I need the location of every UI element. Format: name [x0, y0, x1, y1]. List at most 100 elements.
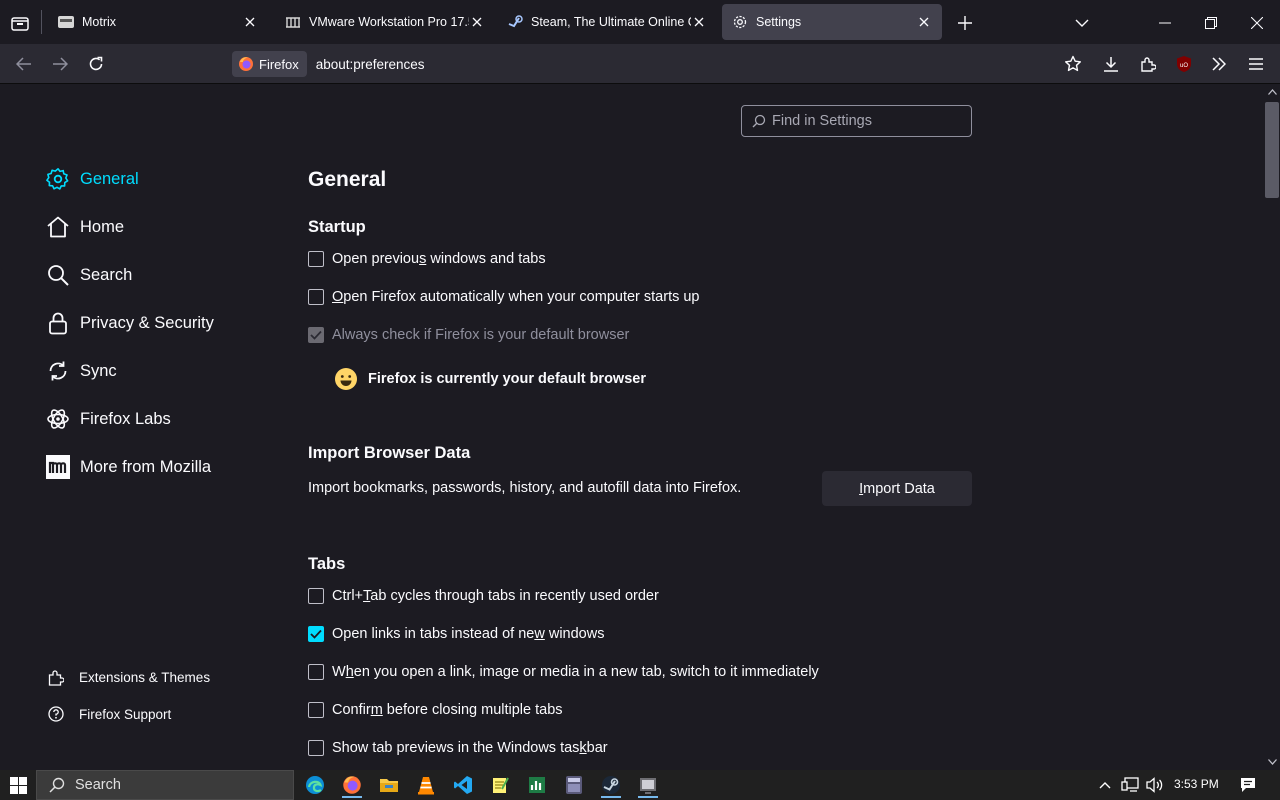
motrix-icon	[58, 14, 74, 30]
url-text[interactable]: about:preferences	[316, 57, 425, 72]
sidebar-item-search[interactable]: Search	[46, 263, 132, 287]
labs-icon	[46, 407, 70, 431]
firefox-taskbar-icon[interactable]	[337, 772, 367, 798]
close-icon[interactable]	[242, 14, 258, 30]
close-icon[interactable]	[469, 14, 485, 30]
close-icon[interactable]	[691, 14, 707, 30]
chevron-up-icon[interactable]	[1097, 777, 1113, 793]
extensions-icon[interactable]	[1138, 54, 1158, 74]
sidebar-item-sync[interactable]: Sync	[46, 359, 117, 383]
ublock-origin-icon[interactable]: uO	[1174, 54, 1194, 74]
sidebar-item-firefox-labs[interactable]: Firefox Labs	[46, 407, 171, 431]
checkbox[interactable]	[308, 702, 324, 718]
window-close-icon[interactable]	[1247, 13, 1267, 33]
identity-box[interactable]: Firefox	[232, 51, 307, 77]
sidebar-item-label: Sync	[80, 361, 117, 380]
scrollbar[interactable]	[1262, 84, 1280, 770]
search-icon	[49, 777, 65, 793]
taskbar-clock[interactable]: 3:53 PM	[1174, 777, 1219, 791]
checkbox-taskbar-previews[interactable]: Show tab previews in the Windows taskbar	[308, 740, 608, 756]
checkbox[interactable]	[308, 251, 324, 267]
volume-icon[interactable]	[1145, 776, 1165, 794]
sidebar-item-label: More from Mozilla	[80, 457, 212, 476]
sidebar-item-more-from-mozilla[interactable]: More from Mozilla	[46, 455, 211, 479]
checkbox[interactable]	[308, 626, 324, 642]
vlc-icon[interactable]	[411, 772, 441, 798]
downloads-icon[interactable]	[1101, 54, 1121, 74]
default-browser-message: Firefox is currently your default browse…	[368, 371, 646, 387]
find-in-settings-input[interactable]: Find in Settings	[741, 105, 972, 137]
checkmark-icon	[310, 629, 322, 639]
checkbox-switch-to-new-tab[interactable]: When you open a link, image or media in …	[308, 664, 819, 680]
vscode-icon[interactable]	[448, 772, 478, 798]
firefox-logo-icon	[238, 56, 254, 72]
checkbox[interactable]	[308, 740, 324, 756]
page-title: General	[308, 168, 387, 191]
chevron-down-icon[interactable]	[1072, 13, 1092, 33]
new-tab-icon[interactable]	[955, 13, 975, 33]
steam-taskbar-icon[interactable]	[596, 772, 626, 798]
checkbox[interactable]	[308, 289, 324, 305]
section-heading-startup: Startup	[308, 218, 366, 236]
checkbox-check-default-browser: Always check if Firefox is your default …	[308, 327, 629, 343]
tab-vmware[interactable]: VMware Workstation Pro 17.5.2	[275, 4, 495, 40]
url-bar[interactable]: Firefox about:preferences	[228, 48, 1048, 80]
scroll-down-arrow-icon[interactable]	[1267, 758, 1277, 766]
tab-title: Steam, The Ultimate Online Game	[531, 15, 691, 29]
tab-steam[interactable]: Steam, The Ultimate Online Game	[497, 4, 717, 40]
sidebar-item-home[interactable]: Home	[46, 215, 124, 239]
calculator-icon[interactable]	[559, 772, 589, 798]
overflow-menu-icon[interactable]	[1209, 54, 1229, 74]
edge-icon[interactable]	[300, 772, 330, 798]
windows-start-icon[interactable]	[8, 776, 28, 794]
checkbox-ctrl-tab-order[interactable]: Ctrl+Tab cycles through tabs in recently…	[308, 588, 659, 604]
checkbox-label: Open links in tabs instead of new window…	[332, 626, 605, 642]
tab-settings[interactable]: Settings	[722, 4, 942, 40]
checkbox-restore-session[interactable]: Open previous windows and tabs	[308, 251, 546, 267]
network-icon[interactable]	[1120, 776, 1140, 794]
file-explorer-icon[interactable]	[374, 772, 404, 798]
section-heading-tabs: Tabs	[308, 555, 346, 573]
bookmark-star-icon[interactable]	[1063, 54, 1083, 74]
tab-motrix[interactable]: Motrix	[48, 4, 268, 40]
notifications-icon[interactable]	[1238, 776, 1258, 794]
checkbox[interactable]	[308, 664, 324, 680]
checkbox-links-in-tabs[interactable]: Open links in tabs instead of new window…	[308, 626, 604, 642]
restore-icon[interactable]	[1201, 13, 1221, 33]
help-icon	[47, 706, 65, 722]
tab-title: VMware Workstation Pro 17.5.2	[309, 15, 469, 29]
sidebar-item-extensions-themes[interactable]: Extensions & Themes	[47, 668, 210, 686]
firefox-view-icon[interactable]	[10, 13, 30, 33]
vmware-taskbar-icon[interactable]	[633, 772, 663, 798]
windows-taskbar: Search 3:53 PM	[0, 770, 1280, 800]
checkmark-icon	[310, 330, 322, 340]
hamburger-menu-icon[interactable]	[1246, 54, 1266, 74]
sidebar-item-general[interactable]: General	[46, 167, 139, 191]
scroll-up-arrow-icon[interactable]	[1267, 88, 1277, 96]
checkbox-confirm-close-tabs[interactable]: Confirm before closing multiple tabs	[308, 702, 563, 718]
checkbox-label: Confirm before closing multiple tabs	[332, 702, 563, 718]
checkbox[interactable]	[308, 588, 324, 604]
taskbar-search-box[interactable]: Search	[36, 770, 294, 800]
checkbox-open-on-startup[interactable]: Open Firefox automatically when your com…	[308, 289, 700, 305]
scrollbar-thumb[interactable]	[1265, 102, 1279, 198]
tab-divider	[41, 10, 42, 34]
sidebar-item-label: Search	[80, 265, 133, 284]
home-icon	[46, 215, 70, 239]
forward-icon[interactable]	[50, 54, 70, 74]
excel-chart-icon[interactable]	[522, 772, 552, 798]
navigation-toolbar: Firefox about:preferences uO	[0, 44, 1280, 84]
notepad-icon[interactable]	[485, 772, 515, 798]
sidebar-item-firefox-support[interactable]: Firefox Support	[47, 706, 171, 722]
sidebar-item-privacy-security[interactable]: Privacy & Security	[46, 311, 214, 335]
close-icon[interactable]	[916, 14, 932, 30]
reload-icon[interactable]	[86, 54, 106, 74]
back-icon[interactable]	[14, 54, 34, 74]
minimize-icon[interactable]	[1155, 13, 1175, 33]
checkbox-label: Ctrl+Tab cycles through tabs in recently…	[332, 588, 659, 604]
checkbox-label: When you open a link, image or media in …	[332, 664, 819, 680]
sync-icon	[46, 359, 70, 383]
import-data-button[interactable]: Import Data	[822, 471, 972, 506]
sidebar-item-label: Home	[80, 217, 125, 236]
gear-icon	[732, 14, 748, 30]
